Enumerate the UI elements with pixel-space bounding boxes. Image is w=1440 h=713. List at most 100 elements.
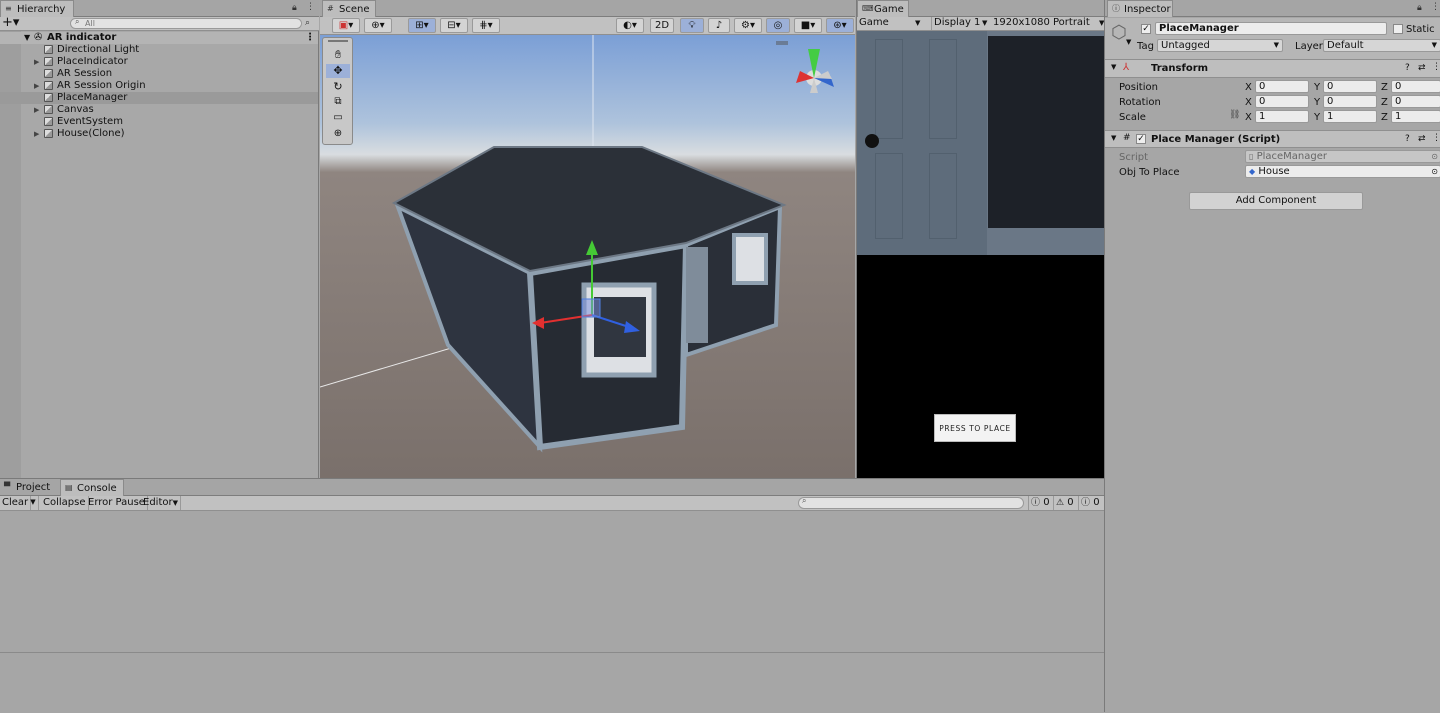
collapse-button[interactable]: Collapse (41, 496, 89, 510)
resolution-select[interactable]: 1920x1080 Portrait ▼ (991, 17, 1105, 30)
help-icon[interactable]: ? (1405, 63, 1410, 73)
rotation-z-field[interactable]: 0 (1391, 95, 1440, 108)
display-select[interactable]: Display 1 ▼ (931, 17, 989, 30)
static-label: Static (1406, 24, 1435, 35)
preset-icon[interactable]: ⇄ (1418, 63, 1426, 73)
chevron-down-icon[interactable]: ▼ (1111, 63, 1116, 71)
obj-to-place-field[interactable]: ◆ House ⊙ (1245, 165, 1440, 178)
warning-count-toggle[interactable]: ⚠ 0 (1053, 496, 1077, 510)
scene-root[interactable]: ▼ ✇ AR indicator ⋮ (0, 32, 318, 44)
expand-arrow-icon[interactable]: ▶ (34, 104, 39, 116)
object-name-field[interactable]: PlaceManager (1155, 22, 1387, 35)
more-icon[interactable]: ⋮ (1432, 133, 1440, 143)
error-pause-button[interactable]: Error Pause (86, 496, 148, 510)
move-tool-icon[interactable]: ✥ (326, 64, 350, 78)
scale-y-field[interactable]: 1 (1323, 110, 1377, 123)
expand-arrow-icon[interactable]: ▶ (34, 128, 39, 140)
console-search-input[interactable]: ⌕ (798, 496, 1024, 509)
hierarchy-search-input[interactable]: ⌕ All (70, 17, 302, 29)
clear-button[interactable]: Clear (0, 496, 32, 510)
toggle-2d-button[interactable]: 2D (650, 18, 674, 33)
rotate-tool-icon[interactable]: ↻ (326, 80, 350, 94)
expand-arrow-icon[interactable]: ▶ (34, 80, 39, 92)
console-log-area[interactable] (0, 511, 1104, 652)
camera-icon: ■ (800, 20, 811, 31)
tab-inspector[interactable]: ⓘ Inspector (1107, 0, 1173, 17)
hierarchy-item[interactable]: ▶ AR Session Origin (0, 80, 318, 92)
globe-button[interactable]: ⊕▾ (364, 18, 392, 33)
fx-button[interactable]: ⚙▾ (734, 18, 762, 33)
more-icon[interactable]: ⋮ (1432, 62, 1440, 72)
expand-arrow-icon[interactable]: ▶ (34, 56, 39, 68)
position-z-field[interactable]: 0 (1391, 80, 1440, 93)
error-count-toggle[interactable]: ⓘ 0 (1078, 496, 1104, 510)
scene-more-icon[interactable]: ⋮ (305, 32, 315, 44)
expand-arrow-icon[interactable]: ▼ (24, 32, 30, 44)
scene-viewport[interactable]: ✋︎ ✥ ↻ ⧉ ▭ ⊕ (320, 35, 855, 478)
effects-button[interactable]: ◐▾ (616, 18, 644, 33)
search-options-icon[interactable]: ⌕ (305, 18, 310, 28)
hierarchy-item[interactable]: ▶ PlaceIndicator (0, 56, 318, 68)
grid-lines-icon: ⋕ (479, 20, 488, 31)
game-view-select[interactable]: Game ▼ (859, 17, 925, 30)
hierarchy-item-selected[interactable]: PlaceManager (0, 92, 318, 104)
clear-options-dropdown[interactable]: ▼ (28, 496, 39, 510)
hidden-objects-button[interactable]: ◎ (766, 18, 790, 33)
editor-dropdown[interactable]: Editor▼ (141, 496, 181, 510)
grid-visibility-button[interactable]: ⋕▾ (472, 18, 500, 33)
layer-dropdown[interactable]: Default ▼ (1323, 39, 1440, 52)
snap-increment-button[interactable]: ⊟▾ (440, 18, 468, 33)
gizmo-plane-handle[interactable] (581, 298, 601, 318)
add-component-button[interactable]: Add Component (1189, 192, 1363, 210)
position-y-field[interactable]: 0 (1323, 80, 1377, 93)
object-picker-icon[interactable]: ⊙ (1431, 166, 1438, 177)
draw-mode-button[interactable]: ▣▾ (332, 18, 360, 33)
scale-tool-icon[interactable]: ⧉ (326, 96, 350, 110)
lighting-button[interactable]: 💡︎ (680, 18, 704, 33)
more-icon[interactable]: ⋮ (1431, 2, 1440, 12)
tab-scene[interactable]: # Scene (322, 0, 376, 17)
component-header[interactable]: ▼ # ✓ Place Manager (Script) ? ⇄ ⋮ (1105, 130, 1440, 148)
component-enabled-checkbox[interactable]: ✓ (1136, 134, 1146, 144)
gizmos-button[interactable]: ⊛▾ (826, 18, 854, 33)
more-icon[interactable]: ⋮ (306, 2, 315, 12)
tab-project[interactable]: ▀ Project (0, 479, 56, 496)
palette-handle[interactable] (328, 40, 348, 42)
chevron-down-icon[interactable]: ▼ (1126, 38, 1131, 46)
press-to-place-button[interactable]: PRESS TO PLACE (934, 414, 1016, 442)
hierarchy-item[interactable]: ▶ House(Clone) (0, 128, 318, 140)
scale-x-field[interactable]: 1 (1255, 110, 1309, 123)
preset-icon[interactable]: ⇄ (1418, 134, 1426, 144)
info-count-toggle[interactable]: ⓘ 0 (1028, 496, 1052, 510)
add-icon[interactable]: +▾ (2, 15, 19, 30)
active-checkbox[interactable]: ✓ (1141, 24, 1151, 34)
rotation-x-field[interactable]: 0 (1255, 95, 1309, 108)
transform-tool-icon[interactable]: ⊕ (326, 128, 350, 142)
hierarchy-item[interactable]: ▶ Canvas (0, 104, 318, 116)
hand-tool-icon[interactable]: ✋︎ (326, 48, 350, 62)
prefab-icon: ◆ (1249, 167, 1256, 176)
hierarchy-item[interactable]: Directional Light (0, 44, 318, 56)
scale-z-field[interactable]: 1 (1391, 110, 1440, 123)
lock-icon[interactable]: 🔒︎ (1417, 3, 1422, 13)
position-x-field[interactable]: 0 (1255, 80, 1309, 93)
chevron-down-icon[interactable]: ▼ (1111, 134, 1116, 142)
audio-button[interactable]: ♪ (708, 18, 730, 33)
tab-game[interactable]: ⌨ Game (857, 0, 909, 17)
hierarchy-item[interactable]: EventSystem (0, 116, 318, 128)
transform-header[interactable]: ▼ ⅄ Transform ? ⇄ ⋮ (1105, 60, 1440, 78)
rotation-y-field[interactable]: 0 (1323, 95, 1377, 108)
help-icon[interactable]: ? (1405, 134, 1410, 144)
transform-icon: ⅄ (1123, 62, 1130, 73)
tag-dropdown[interactable]: Untagged ▼ (1157, 39, 1283, 52)
hierarchy-item[interactable]: AR Session (0, 68, 318, 80)
camera-button[interactable]: ■▾ (794, 18, 822, 33)
grid-snap-button[interactable]: ⊞▾ (408, 18, 436, 33)
link-icon[interactable]: ⛓︎ (1229, 110, 1240, 120)
warning-icon: ⚠ (1056, 498, 1065, 508)
tab-console[interactable]: ▤ Console (60, 479, 124, 496)
rotation-z-value: 0 (1395, 96, 1402, 107)
lock-icon[interactable]: 🔒︎ (292, 3, 297, 13)
rect-tool-icon[interactable]: ▭ (326, 112, 350, 126)
static-checkbox[interactable] (1393, 24, 1403, 34)
